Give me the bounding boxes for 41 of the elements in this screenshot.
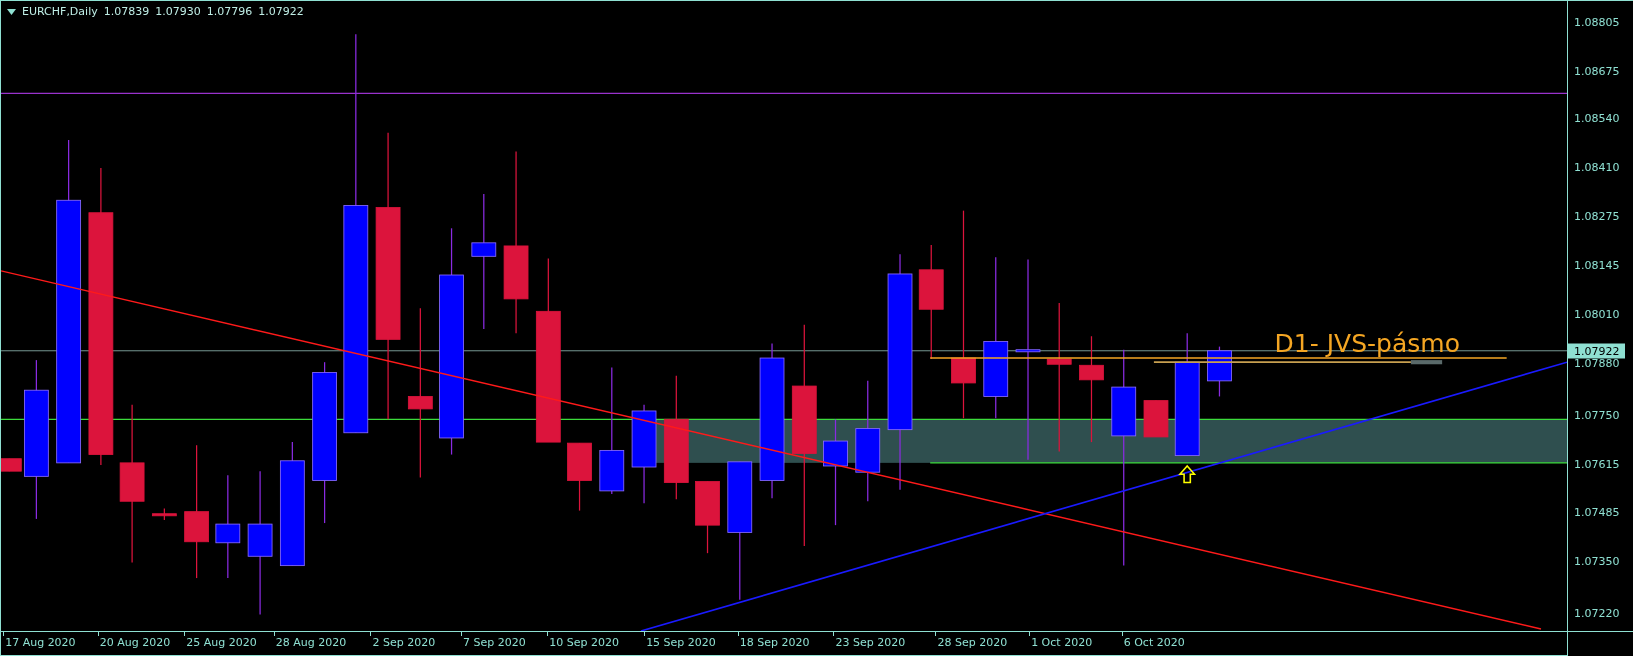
up-arrow-icon [1178,464,1197,484]
date-label: 6 Oct 2020 [1123,636,1185,649]
price-label: 1.08540 [1574,111,1620,125]
zone-annotation: D1- JVS-pásmo [1274,328,1460,358]
price-label: 1.08675 [1574,64,1620,78]
price-label: 1.07485 [1574,505,1620,519]
bearish-candle [152,507,177,521]
date-label: 25 Aug 2020 [186,636,257,649]
price-label: 1.08410 [1574,160,1620,174]
symbol-label: EURCHF,Daily [22,5,98,18]
price-label: 1.08805 [1574,15,1620,29]
price-label: 1.07880 [1574,356,1620,370]
current-price-label: 1.07922 [1568,343,1625,359]
date-label: 15 Sep 2020 [646,636,716,649]
price-label: 1.07220 [1574,606,1620,620]
price-label: 1.08010 [1574,307,1620,321]
quote-value: 1.07930 [155,5,201,18]
quote-value: 1.07922 [258,5,304,18]
bearish-candle [1,458,22,472]
price-label: 1.07750 [1574,408,1620,422]
date-label: 20 Aug 2020 [99,636,171,649]
price-label: 1.07615 [1574,457,1620,471]
bearish-candle [567,442,592,512]
price-label: 1.07350 [1574,554,1620,568]
date-label: 28 Sep 2020 [937,636,1008,649]
range-bar [1410,360,1443,365]
quote-value: 1.07839 [103,5,150,18]
dropdown-triangle-icon[interactable] [7,8,16,15]
date-label: 17 Aug 2020 [5,636,76,649]
date-label: 18 Sep 2020 [739,636,810,649]
date-label: 2 Sep 2020 [372,636,436,649]
quote-value: 1.07796 [206,5,253,18]
bearish-candle [1143,399,1169,438]
price-label: 1.08275 [1574,209,1620,223]
price-label: 1.08145 [1574,258,1620,272]
date-label: 7 Sep 2020 [463,636,526,649]
date-label: 23 Sep 2020 [835,636,906,649]
bullish-candle [1207,346,1232,398]
date-label: 28 Aug 2020 [275,636,347,649]
date-label: 1 Oct 2020 [1031,636,1093,649]
date-label: 10 Sep 2020 [549,636,620,649]
